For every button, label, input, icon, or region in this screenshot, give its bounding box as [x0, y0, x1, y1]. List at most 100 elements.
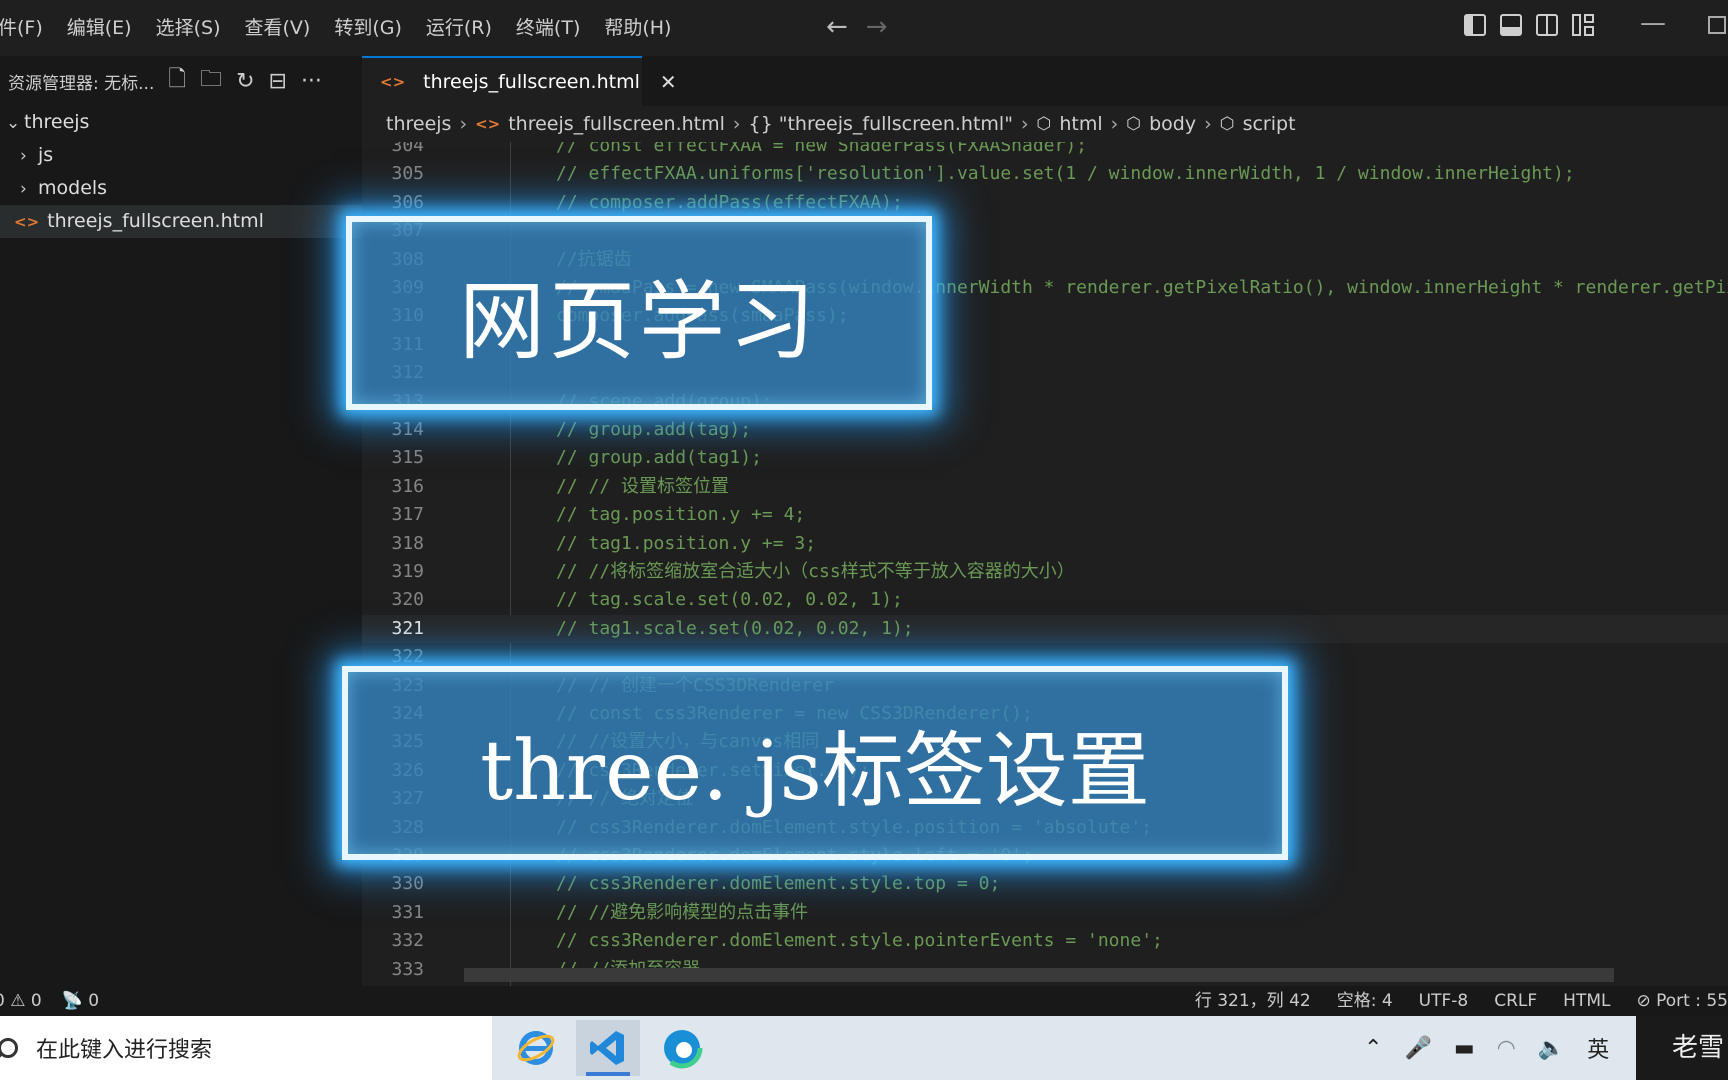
close-icon[interactable]: ✕: [660, 70, 677, 94]
taskbar-ie[interactable]: [504, 1020, 568, 1076]
new-folder-icon[interactable]: 🗀: [200, 62, 222, 100]
line-number: 332: [391, 930, 424, 952]
menu-list: 件(F) 编辑(E) 选择(S) 查看(V) 转到(G) 运行(R) 终端(T)…: [0, 0, 683, 56]
cursor-position[interactable]: 行 321，列 42: [1195, 986, 1311, 1016]
chevron-up-icon[interactable]: ⌃: [1364, 1036, 1382, 1061]
code-line[interactable]: 305 // effectFXAA.uniforms['resolution'].…: [362, 160, 1728, 188]
chevron-right-icon: ›: [20, 179, 27, 199]
indentation[interactable]: 空格: 4: [1337, 986, 1393, 1016]
breadcrumb-file[interactable]: threejs_fullscreen.html: [508, 113, 725, 135]
microphone-icon[interactable]: 🎤: [1404, 1036, 1431, 1061]
code-text: // composer.addPass(effectFXAA);: [556, 191, 903, 213]
toggle-sidebar-icon[interactable]: [1464, 14, 1486, 36]
internet-explorer-icon: [517, 1031, 555, 1065]
code-line[interactable]: 317 // tag.position.y += 4;: [362, 501, 1728, 529]
live-server-port[interactable]: ⊘ Port : 55: [1636, 986, 1728, 1016]
collapse-all-icon[interactable]: ⊟: [269, 69, 287, 94]
tree-root-folder[interactable]: ⌄ threejs: [0, 106, 362, 139]
menu-file[interactable]: 件(F): [0, 0, 55, 56]
battery-icon[interactable]: ▬: [1454, 1036, 1475, 1061]
breadcrumb-json-node[interactable]: {} "threejs_fullscreen.html": [749, 113, 1013, 135]
line-number: 317: [391, 504, 424, 526]
code-line[interactable]: 320 // tag.scale.set(0.02, 0.02, 1);: [362, 586, 1728, 614]
taskbar-search[interactable]: 在此键入进行搜索: [0, 1016, 492, 1080]
code-text: // tag1.scale.set(0.02, 0.02, 1);: [556, 617, 914, 639]
toggle-panel-icon[interactable]: [1500, 14, 1522, 36]
explorer-sidebar: 资源管理器: 无标... 🗋 🗀 ↻ ⊟ ··· ⌄ threejs › js › m…: [0, 56, 362, 986]
taskbar-edge[interactable]: [650, 1020, 714, 1076]
arrow-left-icon[interactable]: ←: [826, 12, 848, 42]
watermark-corner: 老雪: [1636, 1016, 1728, 1080]
warning-count: 0: [30, 991, 42, 1011]
chevron-right-icon: ›: [1204, 113, 1212, 135]
code-line[interactable]: 321 // tag1.scale.set(0.02, 0.02, 1);: [362, 614, 1728, 643]
ime-indicator[interactable]: 英: [1587, 1032, 1609, 1064]
line-number: 318: [391, 532, 424, 554]
line-number: 320: [391, 589, 424, 611]
code-text: // const effectFXAA = new ShaderPass(FXA…: [556, 142, 1088, 156]
code-text: // // 设置标签位置: [556, 475, 730, 497]
code-line[interactable]: 306 // composer.addPass(effectFXAA);: [362, 189, 1728, 217]
breadcrumb-folder[interactable]: threejs: [386, 113, 451, 135]
vscode-icon: [590, 1031, 624, 1065]
line-number: 330: [391, 873, 424, 895]
code-line[interactable]: 330 // css3Renderer.domElement.style.top …: [362, 870, 1728, 898]
menu-help[interactable]: 帮助(H): [592, 0, 683, 56]
more-actions-icon[interactable]: ···: [301, 69, 322, 94]
horizontal-scrollbar[interactable]: [464, 968, 1614, 982]
encoding[interactable]: UTF-8: [1419, 986, 1469, 1016]
breadcrumb-html[interactable]: html: [1059, 113, 1102, 135]
language-mode[interactable]: HTML: [1563, 986, 1610, 1016]
code-text: // css3Renderer.domElement.style.pointer…: [556, 930, 1163, 952]
customize-layout-icon[interactable]: [1572, 14, 1594, 36]
system-tray: ⌃ 🎤 ▬ ◠ 🔈 英: [1364, 1016, 1609, 1080]
editor-tab[interactable]: <> threejs_fullscreen.html ✕: [362, 56, 677, 106]
toggle-secondary-sidebar-icon[interactable]: [1536, 14, 1558, 36]
tree-folder-js[interactable]: › js: [0, 139, 362, 172]
code-line[interactable]: 314 // group.add(tag);: [362, 416, 1728, 444]
chevron-right-icon: ›: [1020, 113, 1029, 135]
breadcrumb-body[interactable]: body: [1149, 113, 1196, 135]
line-number: 331: [391, 901, 424, 923]
editor-tab-bar: <> threejs_fullscreen.html ✕: [362, 56, 1728, 106]
code-line[interactable]: 316 // // 设置标签位置: [362, 473, 1728, 501]
new-file-icon[interactable]: 🗋: [168, 62, 186, 100]
restore-button[interactable]: [1708, 16, 1726, 34]
end-of-line[interactable]: CRLF: [1494, 986, 1537, 1016]
refresh-icon[interactable]: ↻: [236, 69, 254, 94]
arrow-right-icon[interactable]: →: [866, 12, 888, 42]
menu-run[interactable]: 运行(R): [414, 0, 504, 56]
chevron-right-icon: ›: [20, 146, 27, 166]
menu-selection[interactable]: 选择(S): [144, 0, 233, 56]
speaker-icon[interactable]: 🔈: [1538, 1036, 1565, 1061]
code-line[interactable]: 304 // const effectFXAA = new ShaderPass(…: [362, 142, 1728, 160]
ports-indicator[interactable]: 📡 0: [62, 986, 99, 1016]
error-count: 0: [0, 991, 5, 1011]
code-line[interactable]: 319 // //将标签缩放室合适大小（css样式不等于放入容器的大小）: [362, 558, 1728, 586]
element-icon: ⬡: [1219, 114, 1235, 134]
breadcrumb-script[interactable]: script: [1243, 113, 1296, 135]
wifi-icon[interactable]: ◠: [1497, 1036, 1516, 1061]
folder-label: js: [38, 144, 54, 166]
minimize-button[interactable]: —: [1640, 8, 1666, 38]
search-icon: [0, 1038, 18, 1058]
chevron-right-icon: ›: [732, 113, 741, 135]
menu-go[interactable]: 转到(G): [322, 0, 414, 56]
element-icon: ⬡: [1126, 114, 1142, 134]
menu-terminal[interactable]: 终端(T): [504, 0, 592, 56]
menu-view[interactable]: 查看(V): [233, 0, 323, 56]
menu-edit[interactable]: 编辑(E): [55, 0, 144, 56]
code-line[interactable]: 332 // css3Renderer.domElement.style.poin…: [362, 927, 1728, 955]
code-text: // tag.position.y += 4;: [556, 504, 806, 526]
tree-file-html[interactable]: <> threejs_fullscreen.html: [0, 205, 362, 238]
problems-indicator[interactable]: 0 ⚠ 0: [0, 986, 42, 1016]
code-line[interactable]: 331 // //避免影响模型的点击事件: [362, 899, 1728, 927]
tree-folder-models[interactable]: › models: [0, 172, 362, 205]
taskbar-vscode[interactable]: [576, 1020, 640, 1076]
broadcast-icon: 📡: [61, 991, 89, 1011]
line-number: 321: [391, 617, 424, 639]
code-line[interactable]: 315 // group.add(tag1);: [362, 444, 1728, 472]
code-text: // tag.scale.set(0.02, 0.02, 1);: [556, 589, 903, 611]
file-label: threejs_fullscreen.html: [47, 210, 264, 232]
code-line[interactable]: 318 // tag1.position.y += 3;: [362, 530, 1728, 558]
